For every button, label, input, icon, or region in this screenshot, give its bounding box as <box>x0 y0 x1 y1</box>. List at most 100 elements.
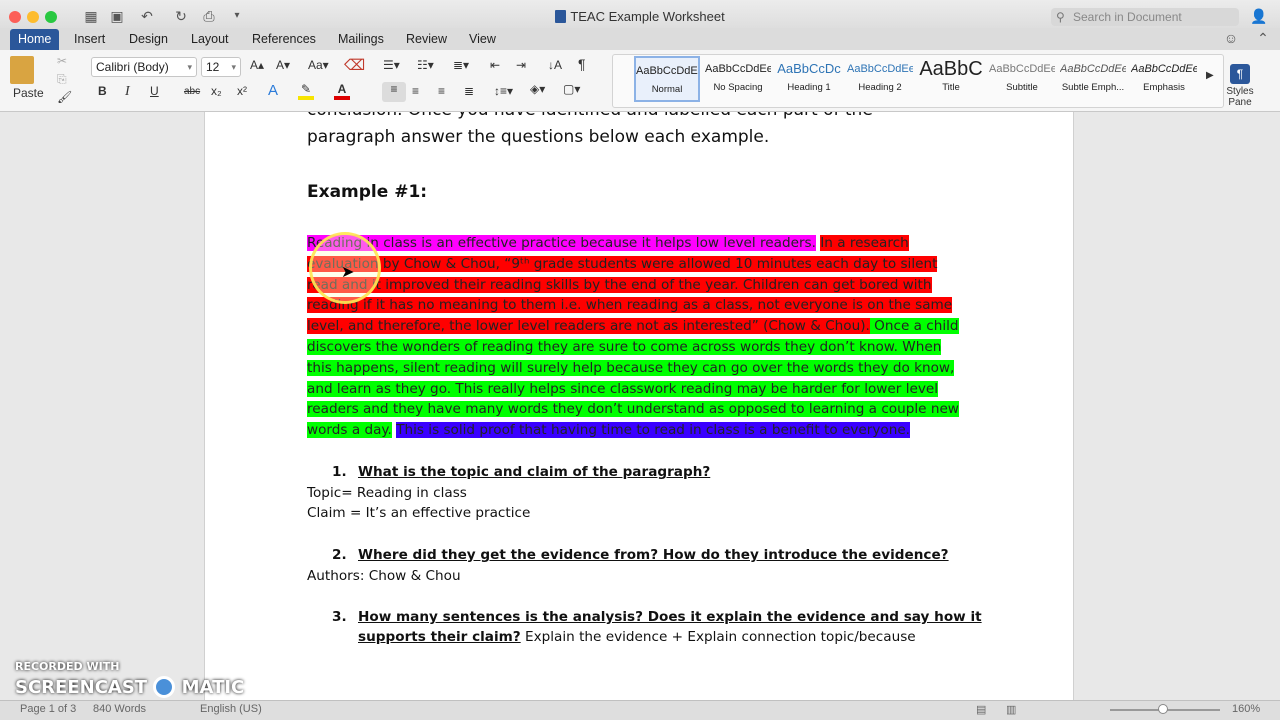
strikethrough-button[interactable]: abc <box>184 86 200 97</box>
sort-icon[interactable]: ↓A <box>548 58 562 72</box>
watermark-brand-left: SCREENCAST <box>15 677 148 698</box>
shading-icon[interactable]: ◈▾ <box>530 82 545 96</box>
question-3-text-1: How many sentences is the analysis? Does… <box>358 609 982 625</box>
tab-layout[interactable]: Layout <box>183 29 237 50</box>
align-center-button[interactable]: ≡ <box>412 84 419 98</box>
style-preview: AaBbCcDdEe <box>847 63 913 75</box>
web-layout-icon[interactable]: ▥ <box>1006 703 1016 716</box>
language[interactable]: English (US) <box>200 703 262 715</box>
tab-home[interactable]: Home <box>10 29 60 50</box>
paragraph-segment: words a day. <box>307 422 392 439</box>
decrease-indent-icon[interactable]: ⇤ <box>490 58 500 72</box>
increase-indent-icon[interactable]: ⇥ <box>516 58 526 72</box>
numbering-icon[interactable]: ☷▾ <box>417 58 434 72</box>
style-subtitle[interactable]: AaBbCcDdEe Subtitle <box>989 56 1055 102</box>
paragraph-line: level, and therefore, the lower level re… <box>307 316 959 337</box>
subscript-button[interactable]: x₂ <box>211 84 222 98</box>
question-1-text: What is the topic and claim of the parag… <box>358 464 711 480</box>
tab-insert[interactable]: Insert <box>66 29 113 50</box>
borders-icon[interactable]: ▢▾ <box>563 82 580 96</box>
multilevel-list-icon[interactable]: ≣▾ <box>453 58 469 72</box>
zoom-slider-thumb[interactable] <box>1158 704 1168 714</box>
search-icon: ⚲ <box>1056 10 1065 24</box>
style-label: Heading 2 <box>858 82 902 93</box>
font-name-select[interactable]: Calibri (Body) ▾ <box>91 57 197 77</box>
font-size-select[interactable]: 12 ▾ <box>201 57 241 77</box>
shrink-font-icon[interactable]: A▾ <box>276 58 290 72</box>
paragraph-segment: level, and therefore, the lower level re… <box>307 318 870 335</box>
paragraph-line: discovers the wonders of reading they ar… <box>307 337 942 358</box>
question-1-number: 1. <box>332 464 347 480</box>
paragraph-segment: discovers the wonders of reading they ar… <box>307 339 942 355</box>
example-heading: Example #1: <box>307 182 428 202</box>
smiley-feedback-icon[interactable]: ☺ <box>1222 30 1240 46</box>
paste-icon[interactable] <box>10 56 34 84</box>
superscript-button[interactable]: x² <box>237 84 247 98</box>
answer-2: Authors: Chow & Chou <box>307 568 461 584</box>
align-right-button[interactable]: ≡ <box>438 84 445 98</box>
tab-references[interactable]: References <box>244 29 324 50</box>
clear-formatting-icon[interactable]: ⌫ <box>344 56 365 74</box>
status-bar: Page 1 of 3 840 Words English (US) ▤ ▥ 1… <box>0 700 1280 720</box>
ribbon: Paste ✂ ⎘ 🖌 Calibri (Body) ▾ 12 ▾ A▴ A▾ Aa… <box>0 50 1280 112</box>
style-label: Emphasis <box>1143 82 1185 93</box>
styles-pane-icon[interactable]: ¶ <box>1230 64 1250 84</box>
style-preview: AaBbCcDdEe <box>1131 63 1197 75</box>
tab-mailings[interactable]: Mailings <box>330 29 392 50</box>
justify-button[interactable]: ≣ <box>464 84 474 98</box>
align-left-button[interactable]: ≡ <box>382 82 406 102</box>
style-label: Title <box>942 82 960 93</box>
paragraph-segment: Once a child <box>869 318 959 335</box>
style-heading-2[interactable]: AaBbCcDdEe Heading 2 <box>847 56 913 102</box>
paste-button[interactable]: Paste <box>13 86 44 100</box>
show-formatting-icon[interactable]: ¶ <box>578 56 586 72</box>
intro-line-1: conclusion. Once you have identified and… <box>307 112 873 120</box>
format-painter-icon[interactable]: 🖌 <box>57 90 72 104</box>
question-1: What is the topic and claim of the parag… <box>358 464 710 480</box>
style-no-spacing[interactable]: AaBbCcDdEe No Spacing <box>705 56 771 102</box>
style-preview: AaBbCcDdEe <box>705 63 771 75</box>
line-spacing-icon[interactable]: ↕≡▾ <box>494 84 513 98</box>
paragraph-segment: read and it improved their reading skill… <box>307 276 932 293</box>
italic-button[interactable]: I <box>125 84 130 100</box>
bold-button[interactable]: B <box>98 84 107 98</box>
style-label: No Spacing <box>713 82 763 93</box>
cut-icon[interactable]: ✂ <box>57 54 67 68</box>
paragraph-line: readers and they have many words they do… <box>307 399 959 420</box>
styles-more-icon[interactable]: ▶ <box>1206 70 1214 81</box>
tab-review[interactable]: Review <box>398 29 455 50</box>
search-placeholder: Search in Document <box>1073 10 1182 24</box>
print-layout-icon[interactable]: ▤ <box>976 703 986 716</box>
style-normal[interactable]: AaBbCcDdEe Normal <box>634 56 700 102</box>
paragraph-line: words a day. This is solid proof that ha… <box>307 420 911 441</box>
screencast-logo-icon <box>153 676 176 698</box>
style-emphasis[interactable]: AaBbCcDdEe Emphasis <box>1131 56 1197 102</box>
styles-pane-button[interactable]: Styles Pane <box>1222 86 1258 108</box>
grow-font-icon[interactable]: A▴ <box>250 58 264 72</box>
page-count[interactable]: Page 1 of 3 <box>20 703 76 715</box>
change-case-icon[interactable]: Aa▾ <box>308 58 329 72</box>
highlight-color-icon[interactable]: ✎ <box>298 82 314 100</box>
word-count[interactable]: 840 Words <box>93 703 146 715</box>
paragraph-segment: this happens, silent reading will surely… <box>307 359 955 376</box>
paragraph-line: reading if it has no meaning to them i.e… <box>307 295 953 316</box>
collapse-ribbon-icon[interactable]: ⌃ <box>1254 30 1272 46</box>
style-title[interactable]: AaBbC Title <box>918 56 984 102</box>
question-3-text-2: supports their claim? <box>358 629 521 645</box>
tab-view[interactable]: View <box>461 29 504 50</box>
font-color-icon[interactable]: A <box>334 82 350 100</box>
copy-icon[interactable]: ⎘ <box>57 72 67 87</box>
paragraph-segment: evaluation by Chow & Chou, “9ᵗʰ grade st… <box>307 255 938 272</box>
document-page[interactable]: conclusion. Once you have identified and… <box>204 112 1074 720</box>
style-heading-1[interactable]: AaBbCcDc Heading 1 <box>776 56 842 102</box>
tab-design[interactable]: Design <box>121 29 176 50</box>
bullets-icon[interactable]: ☰▾ <box>383 58 400 72</box>
search-input[interactable]: ⚲ Search in Document <box>1051 8 1239 26</box>
text-effects-icon[interactable]: A <box>268 82 278 99</box>
zoom-level[interactable]: 160% <box>1232 703 1260 715</box>
style-subtle-emphasis[interactable]: AaBbCcDdEe Subtle Emph... <box>1060 56 1126 102</box>
question-3-line-1: How many sentences is the analysis? Does… <box>358 609 982 625</box>
underline-button[interactable]: U <box>150 84 159 98</box>
share-icon[interactable]: 👤 <box>1250 8 1268 24</box>
document-icon <box>555 10 567 23</box>
